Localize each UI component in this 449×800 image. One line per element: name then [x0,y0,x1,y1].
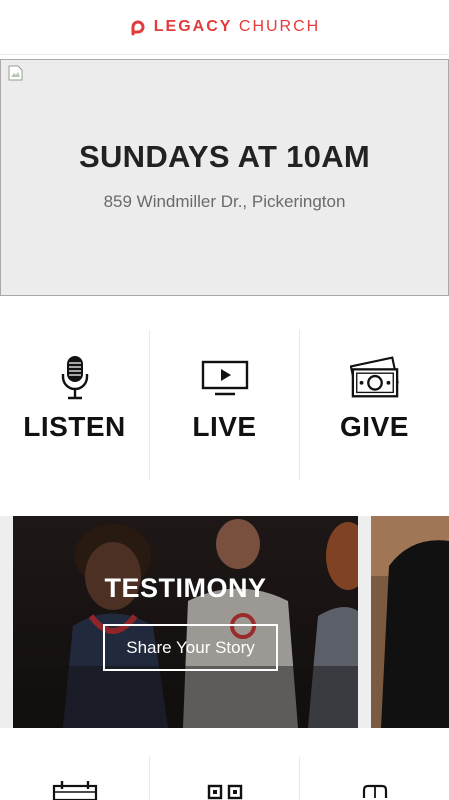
connect-button[interactable] [149,756,299,800]
testimony-card[interactable]: TESTIMONY Share Your Story [13,516,358,728]
brand-name-light: CHURCH [238,18,321,35]
gift-icon [362,784,387,798]
qr-grid-icon [207,784,242,800]
testimony-photo [13,516,358,728]
live-label: LIVE [192,411,257,442]
give-label: GIVE [340,411,409,442]
listen-label: LISTEN [23,411,126,442]
brand-name-bold: LEGACY [153,18,233,35]
more-button[interactable] [299,756,449,800]
microphone-icon [50,353,100,403]
next-card-photo [371,516,449,728]
secondary-actions [0,756,449,800]
quick-actions: LISTEN LIVE GIVE [0,330,449,480]
money-icon [349,353,400,403]
live-button[interactable]: LIVE [149,330,299,480]
give-button[interactable]: GIVE [299,330,449,480]
broken-image-icon [8,65,23,81]
feature-carousel[interactable]: TESTIMONY Share Your Story [0,516,449,728]
calendar-icon [52,781,97,800]
service-time-banner: SUNDAYS AT 10AM 859 Windmiller Dr., Pick… [0,59,449,296]
share-story-button[interactable]: Share Your Story [103,624,278,671]
testimony-title: TESTIMONY [104,573,267,603]
service-time-title: SUNDAYS AT 10AM [78,139,371,174]
app-header: LEGACY CHURCH [0,0,449,55]
listen-button[interactable]: LISTEN [0,330,149,480]
next-card-peek[interactable] [371,516,449,728]
church-address: 859 Windmiller Dr., Pickerington [103,192,346,211]
events-button[interactable] [0,756,149,800]
brand-name: LEGACY CHURCH [154,18,320,36]
legacy-logo-icon [131,20,145,36]
church-logo[interactable]: LEGACY CHURCH [129,18,320,36]
tv-play-icon [200,353,250,403]
